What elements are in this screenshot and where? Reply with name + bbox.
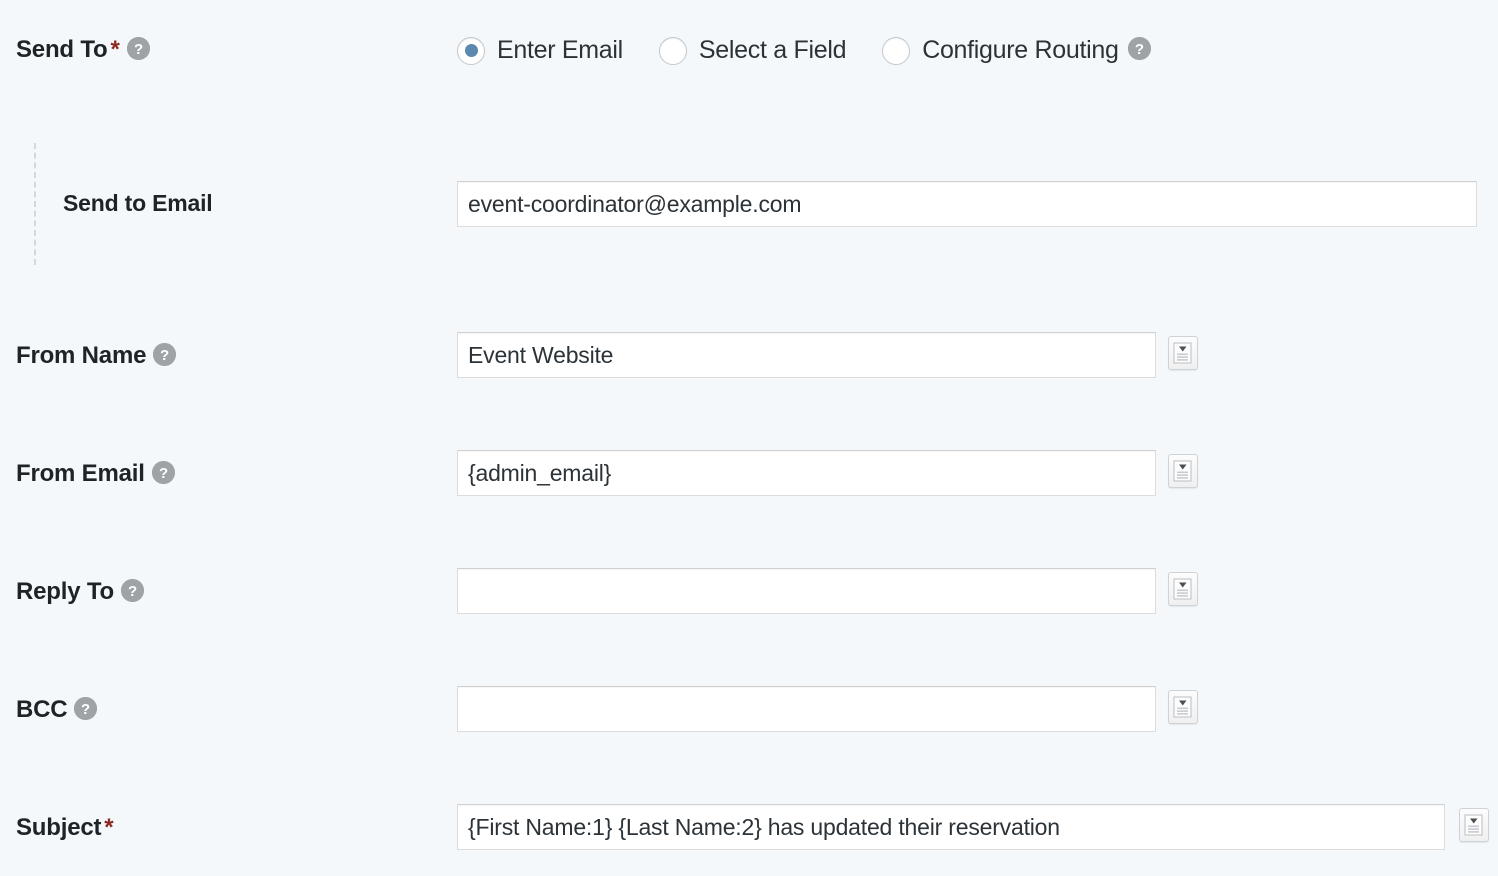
send-to-radio-group: Enter Email Select a Field Configure Rou… bbox=[457, 36, 1151, 65]
help-circle-icon[interactable]: ? bbox=[151, 461, 175, 485]
label-from-email-text: From Email bbox=[16, 460, 145, 487]
svg-text:?: ? bbox=[81, 701, 90, 718]
radio-dot-select-a-field[interactable] bbox=[658, 36, 687, 65]
reply-to-input[interactable] bbox=[457, 568, 1156, 614]
help-circle-icon[interactable]: ? bbox=[120, 579, 144, 603]
svg-text:?: ? bbox=[159, 465, 168, 482]
svg-text:?: ? bbox=[1135, 41, 1144, 58]
label-reply-to: Reply To? bbox=[16, 578, 144, 605]
label-send-to-email: Send to Email bbox=[63, 190, 213, 216]
svg-text:?: ? bbox=[160, 347, 169, 364]
help-circle-icon[interactable]: ? bbox=[1127, 37, 1151, 60]
svg-text:?: ? bbox=[134, 41, 143, 58]
label-send-to-text: Send To bbox=[16, 36, 108, 63]
from-name-input[interactable] bbox=[457, 332, 1156, 378]
radio-label-select-a-field: Select a Field bbox=[698, 36, 847, 64]
merge-tag-icon-button-bcc[interactable] bbox=[1168, 690, 1198, 724]
label-subject-text: Subject bbox=[16, 814, 102, 841]
label-bcc: BCC? bbox=[16, 696, 98, 723]
merge-tag-icon bbox=[1464, 814, 1483, 835]
required-asterisk-send-to: * bbox=[110, 36, 120, 63]
radio-option-enter-email[interactable]: Enter Email bbox=[457, 36, 623, 65]
radio-label-enter-email: Enter Email bbox=[497, 36, 623, 64]
merge-tag-icon-button-from-name[interactable] bbox=[1168, 336, 1198, 370]
help-circle-icon[interactable]: ? bbox=[153, 343, 177, 367]
label-from-name-text: From Name bbox=[16, 342, 147, 369]
label-from-email: From Email? bbox=[16, 460, 175, 487]
label-bcc-text: BCC bbox=[16, 696, 68, 723]
required-asterisk-subject: * bbox=[104, 814, 114, 841]
merge-tag-icon-button-reply-to[interactable] bbox=[1168, 572, 1198, 606]
merge-tag-icon bbox=[1173, 578, 1192, 599]
label-send-to-email-text: Send to Email bbox=[63, 190, 213, 216]
radio-option-configure-routing[interactable]: Configure Routing ? bbox=[882, 36, 1151, 65]
help-circle-icon[interactable]: ? bbox=[126, 37, 150, 61]
notification-settings-form: Send To *? Enter Email Select a Field Con… bbox=[0, 0, 1498, 876]
merge-tag-icon bbox=[1173, 342, 1192, 363]
merge-tag-icon bbox=[1173, 460, 1192, 481]
radio-dot-enter-email[interactable] bbox=[457, 36, 485, 65]
bcc-input[interactable] bbox=[457, 686, 1156, 732]
merge-tag-icon-button-from-email[interactable] bbox=[1168, 454, 1198, 488]
label-subject: Subject * bbox=[16, 814, 114, 841]
radio-label-configure-routing: Configure Routing bbox=[922, 36, 1119, 64]
merge-tag-icon bbox=[1173, 696, 1192, 717]
label-send-to: Send To *? bbox=[16, 36, 150, 63]
label-from-name: From Name? bbox=[16, 342, 177, 369]
label-reply-to-text: Reply To bbox=[16, 578, 114, 605]
radio-option-select-a-field[interactable]: Select a Field bbox=[658, 36, 847, 65]
send-to-email-input[interactable] bbox=[457, 181, 1477, 227]
conditional-logic-dashed-rule bbox=[34, 143, 36, 265]
from-email-input[interactable] bbox=[457, 450, 1156, 496]
help-circle-icon[interactable]: ? bbox=[74, 697, 98, 721]
merge-tag-icon-button-subject[interactable] bbox=[1459, 808, 1489, 842]
radio-dot-configure-routing[interactable] bbox=[882, 36, 911, 65]
subject-input[interactable] bbox=[457, 804, 1445, 850]
svg-text:?: ? bbox=[128, 583, 137, 600]
